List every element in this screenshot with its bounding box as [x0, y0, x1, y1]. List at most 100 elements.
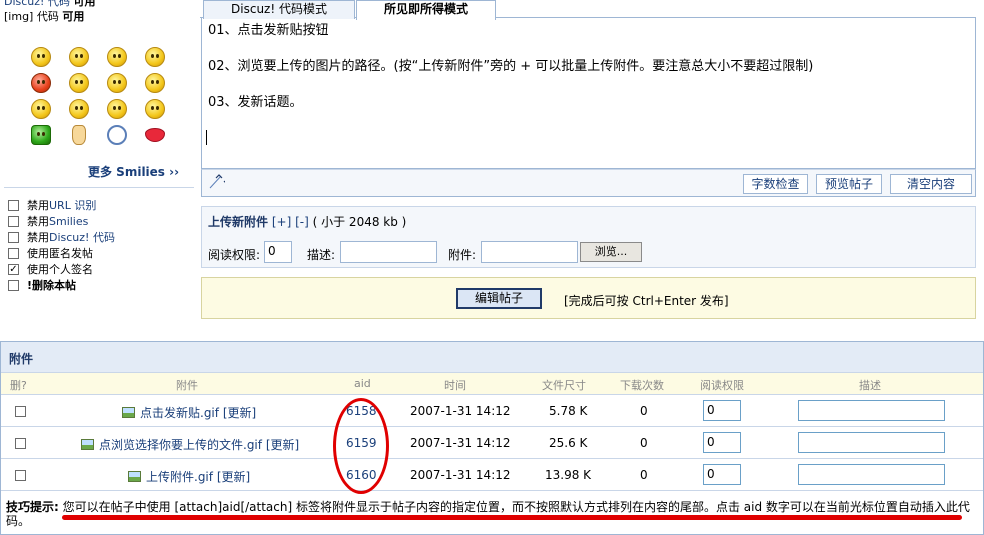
img-code-status-row: [img] 代码 可用 — [4, 10, 85, 23]
attachment-name: 点浏览选择你要上传的文件.gif [更新] — [81, 436, 299, 453]
option-disable-discuz-code[interactable]: 禁用 Discuz! 代码 — [8, 229, 115, 245]
attachments-title: 附件 — [9, 352, 34, 366]
tab-discuz-code[interactable]: Discuz! 代码模式 — [203, 0, 355, 19]
permission-input[interactable]: 0 — [703, 400, 741, 421]
permission-input[interactable]: 0 — [703, 432, 741, 453]
divider — [4, 187, 194, 188]
table-row: 点击发新贴.gif [更新] 6158 2007-1-31 14:12 5.78… — [1, 395, 983, 427]
col-description: 描述 — [859, 379, 881, 392]
edit-post-button[interactable]: 编辑帖子 — [456, 288, 542, 309]
attachment-time: 2007-1-31 14:12 — [410, 436, 511, 450]
download-count: 0 — [640, 468, 648, 482]
shout-icon[interactable] — [31, 99, 51, 119]
read-permission-label: 阅读权限: — [208, 248, 261, 262]
description-input[interactable] — [798, 400, 945, 421]
permission-input[interactable]: 0 — [703, 464, 741, 485]
attachment-name: 上传附件.gif [更新] — [128, 468, 250, 485]
col-downloads: 下载次数 — [620, 379, 664, 392]
checkbox[interactable] — [8, 279, 19, 291]
clear-content-button[interactable]: 清空内容 — [890, 174, 972, 194]
col-size: 文件尺寸 — [542, 379, 586, 392]
download-count: 0 — [640, 404, 648, 418]
option-disable-smilies[interactable]: 禁用 Smilies — [8, 213, 115, 229]
add-attachment-link[interactable]: [+] — [272, 215, 291, 229]
checkbox-checked[interactable]: ✓ — [8, 263, 19, 275]
smilies-grid — [28, 44, 180, 148]
big-smile-icon[interactable] — [107, 47, 127, 67]
text-caret — [206, 130, 207, 145]
annotation-ellipse — [333, 398, 389, 494]
victory-icon[interactable] — [72, 125, 86, 145]
lips-icon[interactable] — [145, 128, 165, 142]
attachment-size: 13.98 K — [545, 468, 592, 482]
wink-icon[interactable] — [107, 73, 127, 93]
tips-text: 您可以在帖子中使用 [attach]aid[/attach] 标签将附件显示于帖… — [6, 500, 970, 528]
attachment-label: 附件: — [448, 248, 477, 262]
delete-checkbox[interactable] — [15, 470, 26, 481]
col-aid: aid — [354, 377, 371, 390]
description-input[interactable] — [340, 241, 437, 263]
checkbox[interactable] — [8, 231, 19, 243]
grin-icon[interactable] — [145, 99, 165, 119]
editor-line: 03、发新话题。 — [208, 95, 303, 110]
green-man-icon[interactable] — [31, 125, 51, 145]
checkbox[interactable] — [8, 215, 19, 227]
attachments-panel: 附件 删? 附件 aid 时间 文件尺寸 下载次数 阅读权限 描述 点击发新贴.… — [0, 341, 984, 535]
shy-icon[interactable] — [145, 73, 165, 93]
editor-tab-bar: Discuz! 代码模式 所见即所得模式 — [200, 0, 976, 20]
file-path-input[interactable] — [481, 241, 578, 263]
cry-icon[interactable] — [145, 47, 165, 67]
image-file-icon — [128, 471, 141, 482]
option-disable-url[interactable]: 禁用 URL 识别 — [8, 197, 115, 213]
tongue-icon[interactable] — [69, 99, 89, 119]
submit-panel: 编辑帖子 [完成后可按 Ctrl+Enter 发布] — [201, 277, 976, 319]
confused-icon[interactable] — [69, 73, 89, 93]
delete-checkbox[interactable] — [15, 406, 26, 417]
delete-checkbox[interactable] — [15, 438, 26, 449]
description-input[interactable] — [798, 464, 945, 485]
editor-line: 02、浏览要上传的图片的路径。(按“上传新附件”旁的 + 可以批量上传附件。要注… — [208, 59, 814, 74]
option-use-signature[interactable]: ✓ 使用个人签名 — [8, 261, 115, 277]
annotation-underline — [62, 515, 962, 520]
option-anonymous[interactable]: 使用匿名发帖 — [8, 245, 115, 261]
upload-panel: 上传新附件 [+] [-] ( 小于 2048 kb ) 阅读权限: 0 描述:… — [201, 206, 976, 268]
attachment-time: 2007-1-31 14:12 — [410, 468, 511, 482]
table-row: 点浏览选择你要上传的文件.gif [更新] 6159 2007-1-31 14:… — [1, 427, 983, 459]
option-delete-post[interactable]: !删除本帖 — [8, 277, 115, 293]
submit-hint: [完成后可按 Ctrl+Enter 发布] — [564, 294, 729, 308]
read-permission-input[interactable]: 0 — [264, 241, 292, 263]
attachment-name: 点击发新贴.gif [更新] — [122, 404, 256, 421]
download-count: 0 — [640, 436, 648, 450]
tips: 技巧提示: 您可以在帖子中使用 [attach]aid[/attach] 标签将… — [1, 496, 983, 532]
laugh-icon[interactable] — [107, 99, 127, 119]
col-time: 时间 — [444, 379, 466, 392]
description-input[interactable] — [798, 432, 945, 453]
checkbox[interactable] — [8, 199, 19, 211]
post-options: 禁用 URL 识别 禁用 Smilies 禁用 Discuz! 代码 使用匿名发… — [8, 197, 115, 293]
attachment-size: 25.6 K — [549, 436, 588, 450]
tab-wysiwyg[interactable]: 所见即所得模式 — [356, 0, 496, 20]
attachments-column-header: 删? 附件 aid 时间 文件尺寸 下载次数 阅读权限 描述 — [1, 373, 983, 395]
col-attachment: 附件 — [176, 379, 198, 392]
editor-line: 01、点击发新贴按钮 — [208, 23, 329, 38]
clock-icon[interactable] — [107, 125, 127, 145]
smile-icon[interactable] — [31, 47, 51, 67]
attachment-size: 5.78 K — [549, 404, 588, 418]
col-delete: 删? — [10, 379, 27, 392]
remove-attachment-link[interactable]: [-] — [295, 215, 309, 229]
col-permission: 阅读权限 — [700, 379, 744, 392]
preview-button[interactable]: 预览帖子 — [816, 174, 882, 194]
word-count-button[interactable]: 字数检查 — [743, 174, 808, 194]
more-smilies-link[interactable]: 更多 Smilies ›› — [88, 163, 179, 180]
image-file-icon — [122, 407, 135, 418]
attachment-time: 2007-1-31 14:12 — [410, 404, 511, 418]
image-file-icon — [81, 439, 94, 450]
sad-icon[interactable] — [69, 47, 89, 67]
table-row: 上传附件.gif [更新] 6160 2007-1-31 14:12 13.98… — [1, 459, 983, 491]
post-editor[interactable]: 01、点击发新贴按钮 02、浏览要上传的图片的路径。(按“上传新附件”旁的 + … — [201, 18, 976, 169]
angry-icon[interactable] — [31, 73, 51, 93]
resize-icon[interactable] — [207, 173, 225, 191]
checkbox[interactable] — [8, 247, 19, 259]
browse-button[interactable]: 浏览... — [580, 242, 642, 262]
description-label: 描述: — [307, 248, 336, 262]
